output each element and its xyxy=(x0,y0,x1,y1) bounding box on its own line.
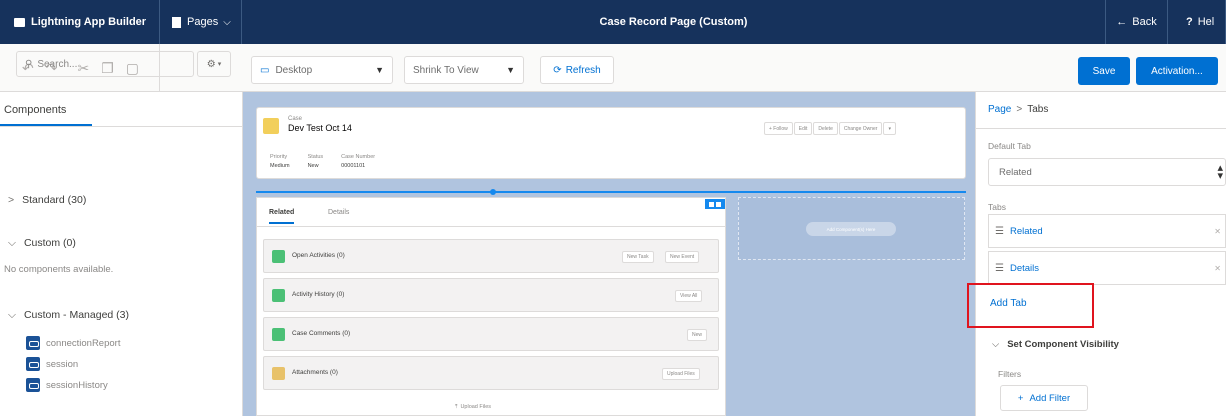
breadcrumb-page[interactable]: Page xyxy=(988,104,1011,115)
chevron-down-icon: ⌵ xyxy=(992,339,1000,350)
tab-details[interactable]: Details xyxy=(328,209,349,216)
add-filter-button[interactable]: + Add Filter xyxy=(1000,385,1088,411)
field-status: Status New xyxy=(307,154,324,169)
view-all-button[interactable]: View All xyxy=(675,290,703,302)
section-standard[interactable]: > Standard (30) xyxy=(8,194,86,206)
chevron-down-icon: ⌵ xyxy=(223,16,231,28)
refresh-icon: ⟳ xyxy=(553,64,562,76)
back-button[interactable]: ← Back xyxy=(1106,0,1168,44)
annotation-highlight xyxy=(967,283,1094,328)
edit-button[interactable]: Edit xyxy=(793,122,813,135)
close-icon[interactable]: ✕ xyxy=(1214,264,1221,273)
component-item[interactable]: session xyxy=(26,357,78,371)
drop-handle[interactable] xyxy=(490,189,496,195)
device-select[interactable]: ▭ Desktop ▼ xyxy=(251,56,393,84)
component-item[interactable]: sessionHistory xyxy=(26,378,108,392)
refresh-button[interactable]: ⟳ Refresh xyxy=(540,56,614,84)
save-button[interactable]: Save xyxy=(1078,57,1130,85)
search-icon: ⚲ xyxy=(25,58,33,70)
help-icon: ? xyxy=(1186,16,1193,28)
upload-icon: ⤒ xyxy=(455,404,458,410)
section-custom[interactable]: ⌵ Custom (0) xyxy=(8,237,76,250)
new-task-button[interactable]: New Task xyxy=(622,251,654,263)
gear-icon: ⚙ xyxy=(206,58,216,70)
field-case-number: Case Number 00001101 xyxy=(341,154,376,169)
breadcrumb: Page > Tabs xyxy=(988,104,1048,115)
highlight-fields: Priority Medium Status New Case Number 0000… xyxy=(270,154,375,169)
upload-files-link[interactable]: ⤒ Upload Files xyxy=(455,404,491,411)
view-select[interactable]: Shrink To View ▼ xyxy=(404,56,524,84)
drag-handle-icon[interactable]: ☰ xyxy=(995,263,1004,274)
related-list-case-comments[interactable]: Case Comments (0) New xyxy=(263,317,719,351)
chevron-down-icon: ⌵ xyxy=(8,237,16,249)
field-priority: Priority Medium xyxy=(270,154,290,169)
attachment-icon xyxy=(272,367,285,380)
filters-label: Filters xyxy=(998,369,1022,379)
activation-button[interactable]: Activation... xyxy=(1136,57,1218,85)
activity-icon xyxy=(272,250,285,263)
case-icon xyxy=(263,118,279,134)
section-custom-managed[interactable]: ⌵ Custom - Managed (3) xyxy=(8,309,129,322)
component-icon xyxy=(26,357,40,371)
follow-button[interactable]: + Follow xyxy=(764,122,793,135)
default-tab-select[interactable]: Related ▴ ▾ xyxy=(988,158,1226,186)
tab-components[interactable]: Components xyxy=(0,104,92,126)
new-event-button[interactable]: New Event xyxy=(665,251,700,263)
tabs-label: Tabs xyxy=(988,202,1006,212)
comment-icon xyxy=(272,328,285,341)
divider xyxy=(0,126,243,127)
default-tab-label: Default Tab xyxy=(988,141,1031,151)
drop-indicator xyxy=(256,191,966,193)
settings-menu-button[interactable]: ⚙ ▾ xyxy=(197,51,231,77)
no-components-text: No components available. xyxy=(4,264,114,275)
upload-files-button[interactable]: Upload Files xyxy=(662,368,700,380)
header-actions: + Follow Edit Delete Change Owner ▾ xyxy=(764,122,954,138)
related-list-open-activities[interactable]: Open Activities (0) New Task New Event xyxy=(263,239,719,273)
sort-arrows-icon: ▴ ▾ xyxy=(1217,162,1223,182)
tab-related[interactable]: Related xyxy=(269,209,295,224)
divider xyxy=(976,128,1226,129)
component-visibility-section[interactable]: ⌵ Set Component Visibility xyxy=(992,339,1119,350)
component-tabs: Related Details xyxy=(256,201,726,227)
help-button[interactable]: ? Hel xyxy=(1168,0,1226,44)
breadcrumb-separator: > xyxy=(1016,104,1023,115)
top-bar: Lightning App Builder Pages ⌵ Case Record… xyxy=(0,0,1226,44)
component-icon xyxy=(26,336,40,350)
close-icon[interactable]: ✕ xyxy=(1214,227,1221,236)
delete-button[interactable]: Delete xyxy=(813,122,838,135)
pages-menu[interactable]: Pages ⌵ xyxy=(160,0,242,44)
related-list-attachments[interactable]: Attachments (0) Upload Files xyxy=(263,356,719,390)
app-title[interactable]: Lightning App Builder xyxy=(0,0,160,44)
caret-down-icon: ▾ xyxy=(217,61,222,68)
drag-handle-icon[interactable]: ☰ xyxy=(995,226,1004,237)
desktop-icon: ▭ xyxy=(260,64,270,76)
chevron-down-icon: ⌵ xyxy=(8,309,16,321)
record-type: Case xyxy=(288,116,303,122)
caret-down-icon: ▼ xyxy=(375,65,384,75)
tab-item-related[interactable]: ☰ Related ✕ xyxy=(988,214,1226,248)
caret-down-icon: ▼ xyxy=(506,65,515,75)
plus-icon: + xyxy=(1017,392,1024,404)
new-button[interactable]: New xyxy=(687,329,708,341)
component-icon xyxy=(26,378,40,392)
related-list-activity-history[interactable]: Activity History (0) View All xyxy=(263,278,719,312)
change-owner-button[interactable]: Change Owner xyxy=(838,122,883,135)
arrow-left-icon: ← xyxy=(1116,16,1128,28)
component-item[interactable]: connectionReport xyxy=(26,336,120,350)
page-title: Case Record Page (Custom) xyxy=(242,0,1106,44)
record-title: Dev Test Oct 14 xyxy=(288,123,352,133)
tab-item-details[interactable]: ☰ Details ✕ xyxy=(988,251,1226,285)
breadcrumb-current: Tabs xyxy=(1027,104,1049,115)
more-actions-button[interactable]: ▾ xyxy=(883,122,896,135)
add-component-placeholder[interactable]: Add Component(s) Here xyxy=(806,222,896,236)
activity-icon xyxy=(272,289,285,302)
chevron-right-icon: > xyxy=(8,194,15,206)
component-search-input[interactable]: ⚲ Search... xyxy=(16,51,194,77)
app-builder-icon xyxy=(14,17,25,27)
page-icon xyxy=(172,16,181,28)
